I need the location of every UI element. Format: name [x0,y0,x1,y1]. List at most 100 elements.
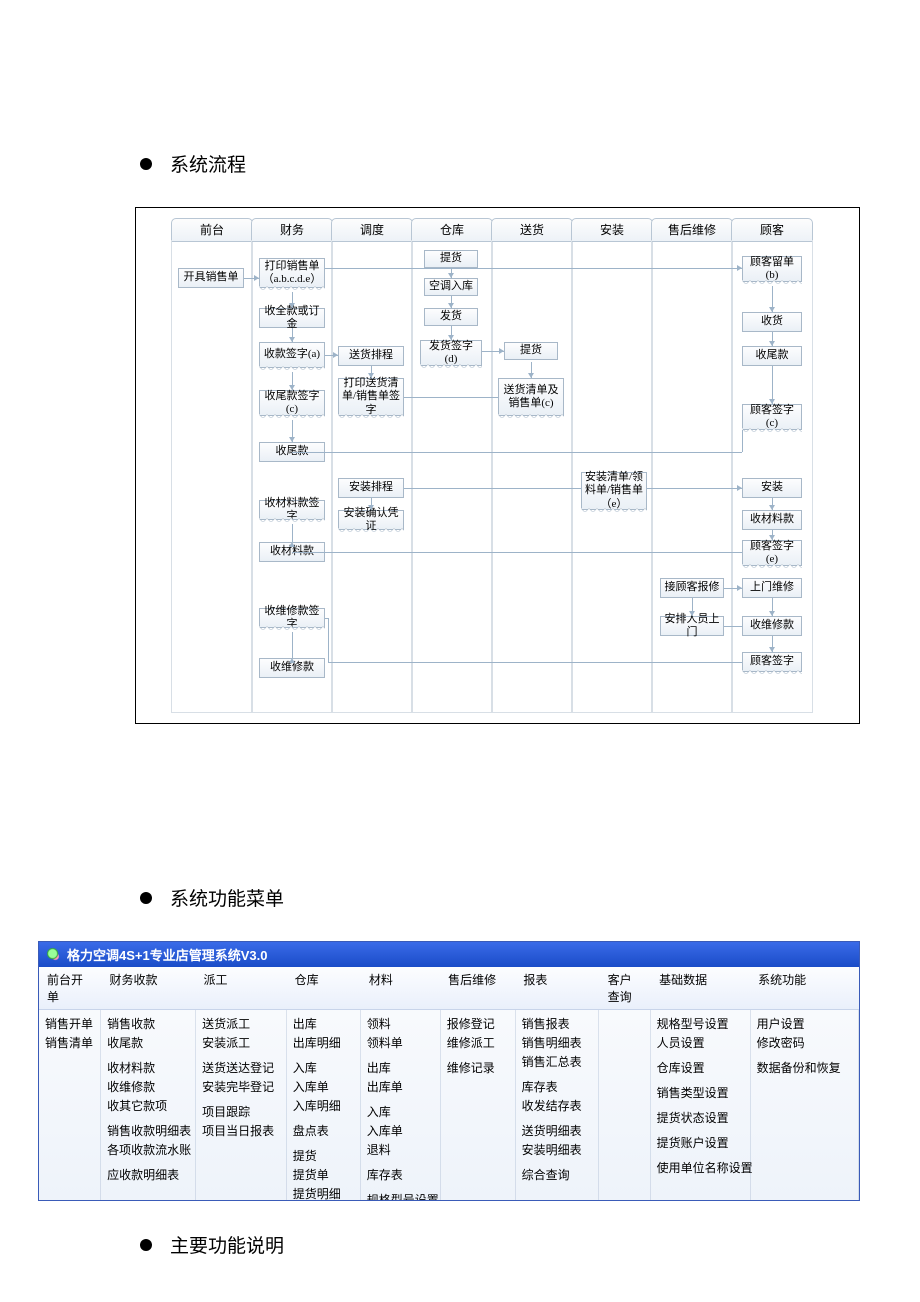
menubar-item[interactable]: 前台开单 [39,967,101,1009]
menubar-item[interactable]: 仓库 [287,967,361,1009]
flow-node: 安装确认凭证 [338,510,404,530]
bullet-icon [140,158,152,170]
menu-item[interactable]: 销售明细表 [522,1033,593,1052]
menu-column: 领料领料单出库出库单入库入库单退料库存表规格型号设置 [361,1010,441,1200]
menu-item[interactable]: 领料 [367,1014,434,1033]
menu-item[interactable]: 销售收款明细表 [107,1121,189,1140]
menu-item[interactable]: 数据备份和恢复 [757,1058,852,1077]
menu-item[interactable]: 提货 [293,1146,354,1165]
menu-item[interactable]: 出库 [293,1014,354,1033]
menu-item[interactable]: 送货派工 [202,1014,280,1033]
menubar-item[interactable]: 报表 [515,967,599,1009]
menu-item[interactable]: 收其它款项 [107,1096,189,1115]
menubar: 前台开单财务收款派工仓库材料售后维修报表客户查询基础数据系统功能 [39,967,859,1010]
menubar-item[interactable]: 基础数据 [651,967,750,1009]
flow-diagram: 前台财务调度仓库送货安装售后维修顾客开具销售单打印销售单（a.b.c.d.e）收… [146,218,849,713]
menu-item[interactable]: 收发结存表 [522,1096,593,1115]
heading-menu: 系统功能菜单 [140,884,890,911]
menubar-item[interactable]: 客户查询 [600,967,652,1009]
menu-item[interactable]: 送货送达登记 [202,1058,280,1077]
heading-text: 系统功能菜单 [170,884,284,911]
menu-item[interactable]: 提货明细 [293,1184,354,1200]
menu-item[interactable]: 用户设置 [757,1014,852,1033]
menu-item[interactable]: 仓库设置 [657,1058,744,1077]
menu-item[interactable]: 销售类型设置 [657,1083,744,1102]
menu-item[interactable]: 综合查询 [522,1165,593,1184]
menu-item[interactable]: 出库单 [367,1077,434,1096]
swimlane-header: 前台 [171,218,253,242]
swimlane-header: 调度 [331,218,413,242]
menu-item[interactable]: 送货明细表 [522,1121,593,1140]
menu-item[interactable]: 销售报表 [522,1014,593,1033]
menubar-item[interactable]: 售后维修 [440,967,515,1009]
flow-node: 顾客签字(e) [742,540,802,566]
flow-node: 打印销售单（a.b.c.d.e） [259,258,325,288]
menu-item[interactable]: 安装派工 [202,1033,280,1052]
flow-node: 打印送货清单/销售单签字 [338,378,404,416]
menu-item[interactable]: 项目当日报表 [202,1121,280,1140]
menu-item[interactable]: 安装明细表 [522,1140,593,1159]
menu-item[interactable]: 销售开单 [45,1014,94,1033]
flow-node: 收维修款签字 [259,608,325,628]
menu-item[interactable]: 销售收款 [107,1014,189,1033]
menu-item[interactable]: 销售汇总表 [522,1052,593,1071]
flow-node: 开具销售单 [178,268,244,288]
menu-item[interactable]: 各项收款流水账 [107,1140,189,1159]
menu-item[interactable]: 提货账户设置 [657,1133,744,1152]
menu-item[interactable]: 入库 [293,1058,354,1077]
menubar-item[interactable]: 派工 [195,967,286,1009]
menu-column: 销售报表销售明细表销售汇总表库存表收发结存表送货明细表安装明细表综合查询 [516,1010,600,1200]
menu-item[interactable]: 领料单 [367,1033,434,1052]
menu-item[interactable]: 规格型号设置 [657,1014,744,1033]
flow-node: 上门维修 [742,578,802,598]
menu-window: 格力空调4S+1专业店管理系统V3.0 前台开单财务收款派工仓库材料售后维修报表… [38,941,860,1201]
menu-item[interactable]: 收维修款 [107,1077,189,1096]
flow-node: 收款签字(a) [259,342,325,368]
menu-item[interactable]: 应收款明细表 [107,1165,189,1184]
heading-system-flow: 系统流程 [140,150,890,177]
menu-column: 报修登记维修派工维修记录 [441,1010,516,1200]
flow-node: 收尾款签字(c) [259,390,325,416]
menubar-item[interactable]: 材料 [361,967,440,1009]
menu-item[interactable]: 销售清单 [45,1033,94,1052]
menu-item[interactable]: 报修登记 [447,1014,509,1033]
menu-body: 销售开单销售清单销售收款收尾款收材料款收维修款收其它款项销售收款明细表各项收款流… [39,1010,859,1200]
flow-diagram-frame: 前台财务调度仓库送货安装售后维修顾客开具销售单打印销售单（a.b.c.d.e）收… [135,207,860,724]
menu-item[interactable]: 安装完毕登记 [202,1077,280,1096]
swimlane-header: 顾客 [731,218,813,242]
flow-node: 顾客留单(b) [742,256,802,282]
swimlane-body [171,240,253,713]
menu-item[interactable]: 退料 [367,1140,434,1159]
flow-node: 收尾款 [742,346,802,366]
swimlane-header: 送货 [491,218,573,242]
menu-item[interactable]: 收尾款 [107,1033,189,1052]
menu-item[interactable]: 规格型号设置 [367,1190,434,1200]
menu-item[interactable]: 修改密码 [757,1033,852,1052]
menu-item[interactable]: 入库 [367,1102,434,1121]
menu-item[interactable]: 维修记录 [447,1058,509,1077]
menu-item[interactable]: 出库 [367,1058,434,1077]
flow-node: 空调入库 [424,278,478,296]
flow-node: 接顾客报修 [660,578,724,598]
menu-item[interactable]: 盘点表 [293,1121,354,1140]
menu-item[interactable]: 项目跟踪 [202,1102,280,1121]
swimlane-header: 安装 [571,218,653,242]
flow-node: 收材料款签字 [259,500,325,520]
menu-item[interactable]: 人员设置 [657,1033,744,1052]
app-icon [47,948,61,962]
menu-item[interactable]: 入库单 [293,1077,354,1096]
menu-item[interactable]: 收材料款 [107,1058,189,1077]
menu-item[interactable]: 库存表 [367,1165,434,1184]
flow-node: 发货 [424,308,478,326]
menubar-item[interactable]: 财务收款 [101,967,195,1009]
menu-item[interactable]: 提货单 [293,1165,354,1184]
menubar-item[interactable]: 系统功能 [750,967,859,1009]
menu-item[interactable]: 出库明细 [293,1033,354,1052]
menu-item[interactable]: 提货状态设置 [657,1108,744,1127]
menu-item[interactable]: 使用单位名称设置 [657,1158,744,1177]
menu-item[interactable]: 维修派工 [447,1033,509,1052]
menu-item[interactable]: 库存表 [522,1077,593,1096]
menu-item[interactable]: 入库单 [367,1121,434,1140]
flow-node: 收维修款 [742,616,802,636]
menu-item[interactable]: 入库明细 [293,1096,354,1115]
